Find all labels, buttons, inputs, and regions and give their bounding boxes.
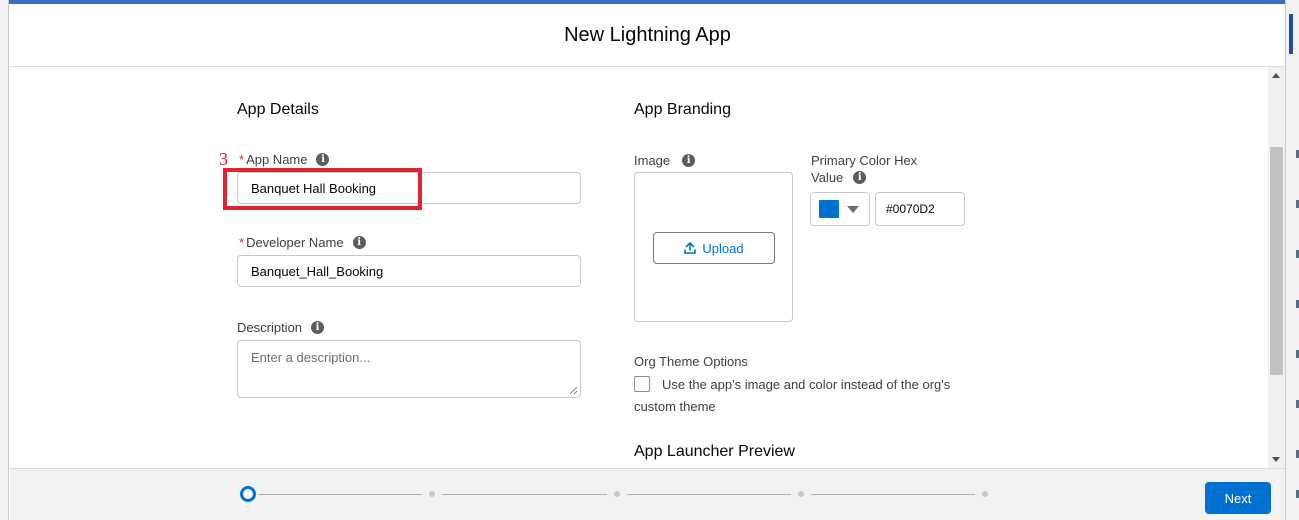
app-name-label: * App Name i xyxy=(239,152,330,167)
info-icon[interactable]: i xyxy=(682,154,696,167)
progress-connector xyxy=(258,494,423,495)
org-theme-checkbox-label-line1[interactable]: Use the app's image and color instead of… xyxy=(662,374,950,395)
app-branding-heading: App Branding xyxy=(634,101,731,118)
progress-step xyxy=(797,491,804,497)
description-label: Description i xyxy=(237,320,325,335)
modal-footer: Next xyxy=(10,468,1285,520)
primary-color-hex-input[interactable]: #0070D2 xyxy=(875,192,965,226)
scrollbar-thumb[interactable] xyxy=(1270,147,1283,375)
scroll-up-arrow-icon[interactable] xyxy=(1272,73,1280,78)
primary-color-hex-value: #0070D2 xyxy=(886,202,935,216)
color-picker-button[interactable] xyxy=(810,192,870,226)
background-app-sliver xyxy=(1289,14,1293,54)
modal-scrollbar[interactable] xyxy=(1268,67,1285,468)
step-annotation-highlight xyxy=(223,168,422,210)
info-icon[interactable]: i xyxy=(352,236,366,249)
info-icon[interactable]: i xyxy=(853,171,867,184)
primary-color-value-label-text: Value xyxy=(811,170,844,185)
progress-step xyxy=(613,491,620,497)
progress-step-current xyxy=(240,486,256,502)
primary-color-label-line2: Value i xyxy=(811,170,867,185)
description-label-text: Description xyxy=(237,320,303,335)
upload-icon xyxy=(684,242,697,254)
app-details-heading: App Details xyxy=(237,101,319,118)
progress-step xyxy=(429,491,436,497)
next-button[interactable]: Next xyxy=(1205,482,1271,514)
image-label: Image i xyxy=(634,153,696,168)
background-app-right-edge xyxy=(1285,0,1299,520)
upload-label: Upload xyxy=(702,240,744,256)
background-app-left-edge xyxy=(0,0,9,520)
primary-color-label-text: Primary Color Hex xyxy=(811,153,918,168)
app-launcher-preview-heading: App Launcher Preview xyxy=(634,443,795,460)
developer-name-input[interactable]: Banquet_Hall_Booking xyxy=(237,255,581,287)
app-frame: New Lightning App App Details 3 * App Na… xyxy=(0,0,1299,520)
org-theme-checkbox-label-line2[interactable]: custom theme xyxy=(634,396,716,417)
developer-name-label-text: Developer Name xyxy=(246,235,344,250)
app-name-label-text: App Name xyxy=(246,152,308,167)
required-marker: * xyxy=(239,152,245,167)
primary-color-label-line1: Primary Color Hex xyxy=(811,153,917,168)
developer-name-value: Banquet_Hall_Booking xyxy=(251,263,384,279)
color-swatch xyxy=(819,200,839,218)
org-theme-options-text: Org Theme Options xyxy=(634,354,748,369)
org-theme-options-label: Org Theme Options xyxy=(634,354,748,369)
scroll-down-arrow-icon[interactable] xyxy=(1272,457,1280,462)
org-theme-checkbox[interactable] xyxy=(634,376,650,392)
chevron-down-icon xyxy=(847,205,859,213)
info-icon[interactable]: i xyxy=(311,321,325,334)
progress-connector xyxy=(810,494,975,495)
modal-content: App Details 3 * App Name i Banquet Hall … xyxy=(10,67,1285,468)
description-textarea[interactable]: Enter a description... xyxy=(237,340,581,398)
progress-step xyxy=(982,491,988,497)
required-marker: * xyxy=(239,235,245,250)
image-drop-area[interactable]: Upload xyxy=(634,172,793,322)
image-label-text: Image xyxy=(634,153,671,168)
upload-button[interactable]: Upload xyxy=(653,232,775,264)
progress-connector xyxy=(626,494,791,495)
step-annotation-number: 3 xyxy=(219,149,228,169)
modal-header: New Lightning App xyxy=(10,4,1285,67)
new-lightning-app-modal: New Lightning App App Details 3 * App Na… xyxy=(10,4,1285,520)
description-placeholder: Enter a description... xyxy=(251,350,371,365)
developer-name-label: * Developer Name i xyxy=(239,235,366,250)
resize-grip-icon[interactable] xyxy=(569,386,578,395)
info-icon[interactable]: i xyxy=(316,153,330,166)
modal-title: New Lightning App xyxy=(564,23,731,46)
progress-connector xyxy=(442,494,607,495)
